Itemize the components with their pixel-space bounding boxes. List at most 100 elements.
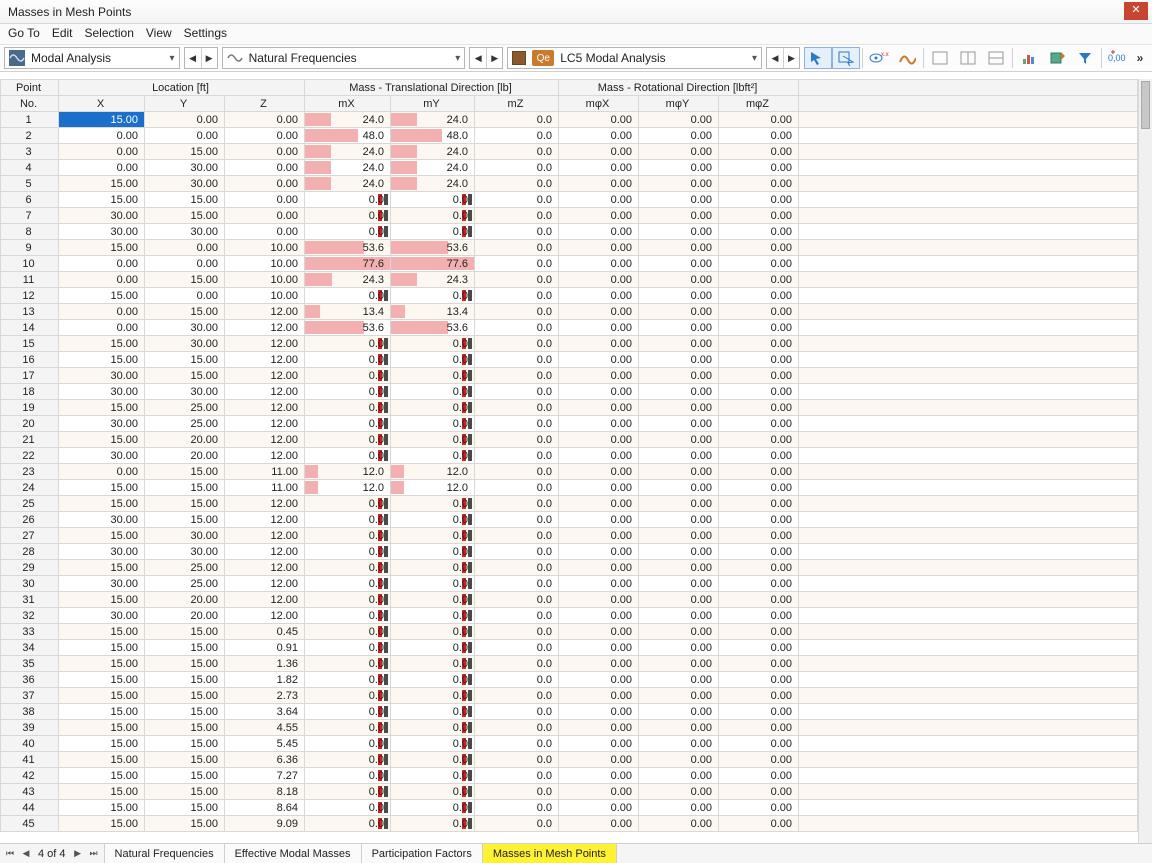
cell[interactable]: 0.00 bbox=[559, 736, 639, 752]
table-row[interactable]: 3715.0015.002.730.00.00.00.000.000.00 bbox=[1, 688, 1138, 704]
col-mz[interactable]: mZ bbox=[475, 96, 559, 112]
cell-my[interactable]: 53.6 bbox=[391, 240, 475, 256]
row-number[interactable]: 15 bbox=[1, 336, 59, 352]
table-row[interactable]: 30.0015.000.0024.024.00.00.000.000.00 bbox=[1, 144, 1138, 160]
cell[interactable]: 0.00 bbox=[145, 128, 225, 144]
cell[interactable]: 0.00 bbox=[559, 496, 639, 512]
cell[interactable]: 0.00 bbox=[559, 352, 639, 368]
cell[interactable]: 20.00 bbox=[145, 608, 225, 624]
row-number[interactable]: 5 bbox=[1, 176, 59, 192]
cell[interactable]: 0.00 bbox=[145, 112, 225, 128]
cell[interactable]: 15.00 bbox=[59, 752, 145, 768]
cell[interactable]: 0.00 bbox=[559, 240, 639, 256]
cell-my[interactable]: 0.0 bbox=[391, 592, 475, 608]
cell[interactable]: 0.00 bbox=[559, 304, 639, 320]
cell-mx[interactable]: 0.0 bbox=[305, 512, 391, 528]
cell[interactable]: 0.00 bbox=[719, 128, 799, 144]
table-row[interactable]: 3115.0020.0012.000.00.00.00.000.000.00 bbox=[1, 592, 1138, 608]
cell[interactable]: 6.36 bbox=[225, 752, 305, 768]
cell[interactable]: 0.00 bbox=[559, 192, 639, 208]
cell[interactable]: 0.00 bbox=[559, 464, 639, 480]
cell[interactable]: 0.00 bbox=[559, 592, 639, 608]
row-number[interactable]: 27 bbox=[1, 528, 59, 544]
col-mphiy[interactable]: mφY bbox=[639, 96, 719, 112]
cell-my[interactable]: 0.0 bbox=[391, 784, 475, 800]
cell[interactable]: 15.00 bbox=[59, 288, 145, 304]
cell-mx[interactable]: 0.0 bbox=[305, 528, 391, 544]
cell[interactable]: 12.00 bbox=[225, 560, 305, 576]
cell[interactable]: 30.00 bbox=[59, 368, 145, 384]
cell-mx[interactable]: 0.0 bbox=[305, 368, 391, 384]
row-number[interactable]: 45 bbox=[1, 816, 59, 832]
cell[interactable]: 15.00 bbox=[59, 784, 145, 800]
table-row[interactable]: 1615.0015.0012.000.00.00.00.000.000.00 bbox=[1, 352, 1138, 368]
cell[interactable]: 15.00 bbox=[59, 432, 145, 448]
cell[interactable]: 0.00 bbox=[559, 608, 639, 624]
row-number[interactable]: 10 bbox=[1, 256, 59, 272]
window-layout2-button[interactable] bbox=[954, 47, 982, 69]
cell[interactable]: 0.00 bbox=[559, 272, 639, 288]
table-row[interactable]: 2230.0020.0012.000.00.00.00.000.000.00 bbox=[1, 448, 1138, 464]
row-number[interactable]: 26 bbox=[1, 512, 59, 528]
cell[interactable]: 0.0 bbox=[475, 256, 559, 272]
col-location[interactable]: Location [ft] bbox=[59, 80, 305, 96]
cell-my[interactable]: 0.0 bbox=[391, 224, 475, 240]
cell-mx[interactable]: 0.0 bbox=[305, 208, 391, 224]
row-number[interactable]: 22 bbox=[1, 448, 59, 464]
cell[interactable]: 15.00 bbox=[59, 528, 145, 544]
cell-my[interactable]: 0.0 bbox=[391, 528, 475, 544]
cell[interactable]: 0.00 bbox=[719, 752, 799, 768]
cell-my[interactable]: 0.0 bbox=[391, 720, 475, 736]
cell-mx[interactable]: 0.0 bbox=[305, 576, 391, 592]
cell[interactable]: 0.0 bbox=[475, 288, 559, 304]
cell[interactable]: 0.00 bbox=[719, 192, 799, 208]
cell[interactable]: 0.00 bbox=[559, 128, 639, 144]
cell[interactable]: 30.00 bbox=[145, 224, 225, 240]
cell[interactable]: 15.00 bbox=[145, 672, 225, 688]
cell[interactable]: 12.00 bbox=[225, 400, 305, 416]
row-number[interactable]: 41 bbox=[1, 752, 59, 768]
cell[interactable]: 0.00 bbox=[719, 736, 799, 752]
cell-mx[interactable]: 53.6 bbox=[305, 240, 391, 256]
cell[interactable]: 30.00 bbox=[59, 384, 145, 400]
cell[interactable]: 0.00 bbox=[559, 320, 639, 336]
cell-mx[interactable]: 53.6 bbox=[305, 320, 391, 336]
export-button[interactable] bbox=[1043, 47, 1071, 69]
cell-mx[interactable]: 0.0 bbox=[305, 224, 391, 240]
cell[interactable]: 0.00 bbox=[559, 160, 639, 176]
cell[interactable]: 0.00 bbox=[719, 592, 799, 608]
cell[interactable]: 15.00 bbox=[59, 720, 145, 736]
cell[interactable]: 0.00 bbox=[559, 448, 639, 464]
cell[interactable]: 0.00 bbox=[559, 560, 639, 576]
cell[interactable]: 15.00 bbox=[59, 624, 145, 640]
cell[interactable]: 0.0 bbox=[475, 432, 559, 448]
cell[interactable]: 20.00 bbox=[145, 432, 225, 448]
cell[interactable]: 0.00 bbox=[59, 464, 145, 480]
cell[interactable]: 0.00 bbox=[639, 112, 719, 128]
cell[interactable]: 0.0 bbox=[475, 544, 559, 560]
cell[interactable]: 0.0 bbox=[475, 688, 559, 704]
cell[interactable]: 0.00 bbox=[559, 208, 639, 224]
cell-mx[interactable]: 0.0 bbox=[305, 432, 391, 448]
cell[interactable]: 25.00 bbox=[145, 400, 225, 416]
cell[interactable]: 0.00 bbox=[59, 160, 145, 176]
cell[interactable]: 15.00 bbox=[59, 736, 145, 752]
cell[interactable]: 0.00 bbox=[719, 496, 799, 512]
cell[interactable]: 0.0 bbox=[475, 672, 559, 688]
row-number[interactable]: 16 bbox=[1, 352, 59, 368]
row-number[interactable]: 38 bbox=[1, 704, 59, 720]
cell[interactable]: 0.00 bbox=[719, 432, 799, 448]
cell[interactable]: 15.00 bbox=[59, 800, 145, 816]
cell[interactable]: 0.00 bbox=[719, 256, 799, 272]
cell[interactable]: 0.00 bbox=[639, 800, 719, 816]
cell[interactable]: 10.00 bbox=[225, 256, 305, 272]
cell-my[interactable]: 24.0 bbox=[391, 176, 475, 192]
row-number[interactable]: 1 bbox=[1, 112, 59, 128]
cell[interactable]: 12.00 bbox=[225, 336, 305, 352]
cell[interactable]: 0.00 bbox=[559, 368, 639, 384]
table-row[interactable]: 3315.0015.000.450.00.00.00.000.000.00 bbox=[1, 624, 1138, 640]
cell[interactable]: 0.0 bbox=[475, 656, 559, 672]
cell[interactable]: 0.00 bbox=[639, 656, 719, 672]
cell[interactable]: 0.0 bbox=[475, 176, 559, 192]
cell-my[interactable]: 24.0 bbox=[391, 144, 475, 160]
